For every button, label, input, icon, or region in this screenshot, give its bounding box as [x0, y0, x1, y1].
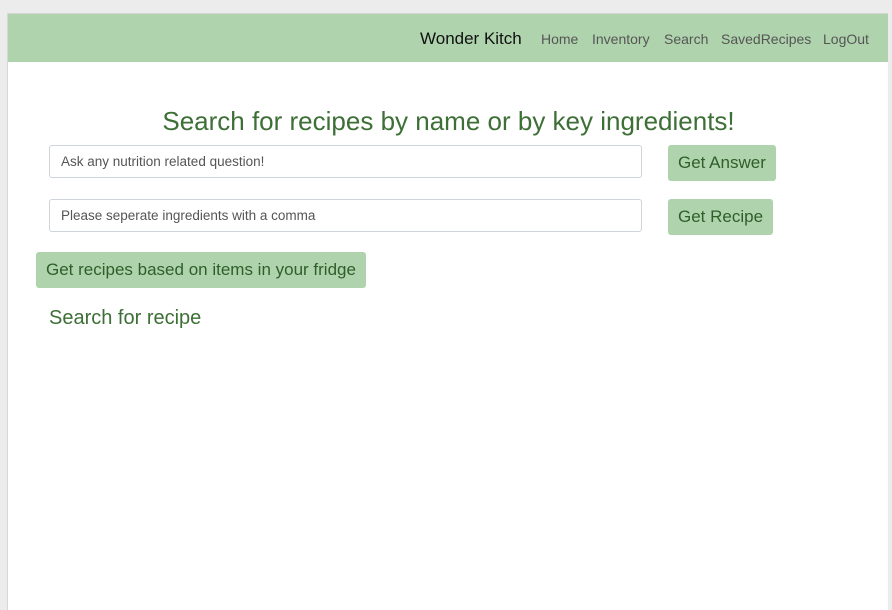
- brand-name[interactable]: Wonder Kitch: [420, 29, 522, 49]
- get-recipe-button[interactable]: Get Recipe: [668, 199, 774, 235]
- ingredients-input[interactable]: [49, 199, 642, 232]
- browser-viewport: Wonder Kitch Home Inventory Search Saved…: [7, 13, 888, 610]
- get-answer-button[interactable]: Get Answer: [668, 145, 776, 181]
- page-headline: Search for recipes by name or by key ing…: [162, 106, 735, 136]
- nav-link-saved-recipes[interactable]: SavedRecipes: [721, 31, 811, 47]
- nav-link-logout[interactable]: LogOut: [823, 31, 869, 47]
- top-navbar: Wonder Kitch Home Inventory Search Saved…: [8, 14, 888, 62]
- nav-link-search[interactable]: Search: [664, 31, 708, 47]
- search-results-title: Search for recipe: [49, 307, 202, 329]
- fridge-recipes-button[interactable]: Get recipes based on items in your fridg…: [36, 252, 366, 288]
- nav-link-home[interactable]: Home: [541, 31, 578, 47]
- nutrition-question-input[interactable]: [49, 145, 642, 178]
- nav-link-inventory[interactable]: Inventory: [592, 31, 650, 47]
